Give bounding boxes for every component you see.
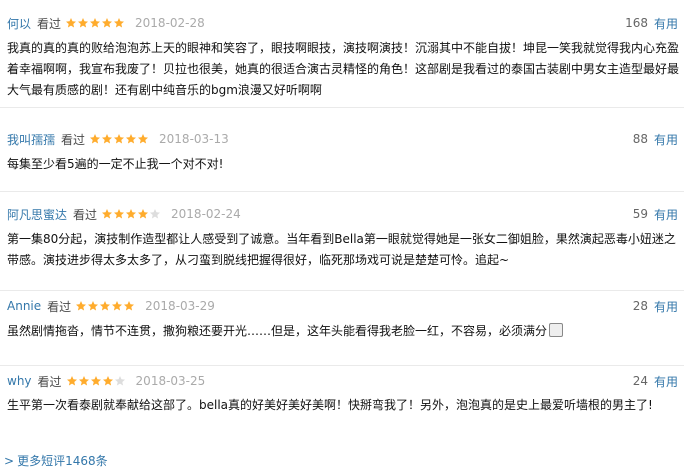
vote-area: 168 有用 [625, 14, 678, 32]
star-icon [114, 376, 125, 386]
vote-count: 28 [632, 299, 648, 313]
star-icon [114, 18, 125, 28]
star-icon [150, 209, 161, 219]
short-review-list: 何以 看过 2018-02-28 168 有用 我真的真的真的败给泡泡苏上天的眼… [0, 0, 688, 472]
vote-count: 88 [632, 132, 648, 146]
rating-stars [65, 17, 125, 29]
vote-count: 59 [632, 207, 648, 221]
star-icon [126, 134, 137, 144]
star-icon [66, 18, 77, 28]
star-icon [90, 134, 101, 144]
review-author[interactable]: why [7, 374, 32, 388]
review-date: 2018-02-24 [171, 207, 241, 221]
review-date: 2018-03-13 [159, 132, 229, 146]
review-item: 我叫孺孺 看过 2018-03-13 88 有用 每集至少看5遍的一定不止我一个… [0, 107, 684, 192]
review-item: 阿凡思蜜达 看过 2018-02-24 59 有用 第一集80分起，演技制作造型… [0, 191, 684, 291]
review-item: Annie 看过 2018-03-29 28 有用 虽然剧情拖沓，情节不连贯，撒… [0, 290, 684, 366]
star-icon [102, 209, 113, 219]
vote-count: 24 [632, 374, 648, 388]
review-meta: 我叫孺孺 看过 2018-03-13 [7, 130, 229, 148]
star-icon [102, 376, 113, 386]
review-date: 2018-02-28 [135, 16, 205, 30]
star-icon [102, 134, 113, 144]
star-icon [102, 18, 113, 28]
review-item: why 看过 2018-03-25 24 有用 生平第一次看泰剧就奉献给这部了。… [0, 365, 684, 448]
vote-area: 28 有用 [633, 297, 678, 315]
star-icon [90, 18, 101, 28]
review-date: 2018-03-29 [145, 299, 215, 313]
review-author[interactable]: 我叫孺孺 [7, 131, 55, 148]
star-icon [76, 301, 87, 311]
star-icon [114, 134, 125, 144]
vote-area: 24 有用 [633, 372, 678, 390]
review-meta: why 看过 2018-03-25 [7, 372, 205, 390]
more-reviews-label: 更多短评1468条 [17, 454, 108, 468]
chevron-right-icon: > [4, 453, 15, 468]
useful-button[interactable]: 有用 [654, 298, 678, 315]
star-icon [126, 209, 137, 219]
review-meta: 阿凡思蜜达 看过 2018-02-24 [7, 205, 241, 223]
more-reviews-link[interactable]: > 更多短评1468条 [4, 452, 108, 469]
review-text: 第一集80分起，演技制作造型都让人感受到了诚意。当年看到Bella第一眼就觉得她… [7, 232, 676, 267]
rating-stars [66, 375, 126, 387]
rating-stars [101, 208, 161, 220]
star-icon [66, 376, 77, 386]
rating-stars [89, 133, 149, 145]
useful-button[interactable]: 有用 [654, 206, 678, 223]
review-status: 看过 [37, 374, 62, 389]
review-status: 看过 [37, 16, 62, 31]
review-meta: 何以 看过 2018-02-28 [7, 14, 205, 32]
useful-button[interactable]: 有用 [654, 373, 678, 390]
review-meta: Annie 看过 2018-03-29 [7, 297, 215, 315]
review-date: 2018-03-25 [135, 374, 206, 388]
review-author[interactable]: 何以 [7, 15, 31, 32]
review-text: 我真的真的真的败给泡泡苏上天的眼神和笑容了，眼技啊眼技，演技啊演技！沉溺其中不能… [7, 41, 680, 97]
review-text-wrap: 虽然剧情拖沓，情节不连贯，撒狗粮还要开光……但是，这年头能看得我老脸一红，不容易… [7, 321, 683, 342]
useful-button[interactable]: 有用 [654, 15, 678, 32]
star-icon [138, 134, 149, 144]
vote-area: 88 有用 [633, 130, 678, 148]
vote-count: 168 [625, 16, 648, 30]
review-text: 生平第一次看泰剧就奉献给这部了。bella真的好美好美好美啊！快掰弯我了！另外，… [7, 398, 653, 412]
star-icon [88, 301, 99, 311]
star-icon [78, 376, 89, 386]
star-icon [114, 209, 125, 219]
review-author[interactable]: Annie [7, 299, 41, 313]
review-status: 看过 [73, 207, 98, 222]
star-icon [124, 301, 135, 311]
rating-stars [75, 300, 135, 312]
hundred-emoji-icon [549, 323, 564, 337]
star-icon [90, 376, 101, 386]
useful-button[interactable]: 有用 [654, 131, 678, 148]
star-icon [138, 209, 149, 219]
star-icon [112, 301, 123, 311]
star-icon [78, 18, 89, 28]
review-status: 看过 [61, 132, 86, 147]
review-item: 何以 看过 2018-02-28 168 有用 我真的真的真的败给泡泡苏上天的眼… [0, 0, 684, 107]
star-icon [100, 301, 111, 311]
review-text: 虽然剧情拖沓，情节不连贯，撒狗粮还要开光……但是，这年头能看得我老脸一红，不容易… [7, 324, 548, 338]
review-text: 每集至少看5遍的一定不止我一个对不对! [7, 157, 224, 171]
vote-area: 59 有用 [633, 205, 678, 223]
review-author[interactable]: 阿凡思蜜达 [7, 206, 67, 223]
review-status: 看过 [47, 299, 72, 314]
